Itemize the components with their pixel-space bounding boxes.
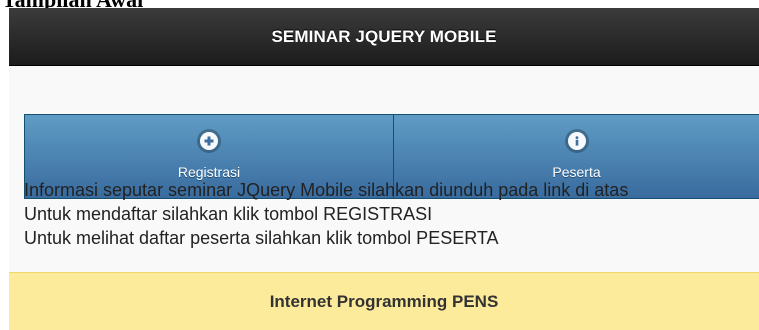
info-line-download: Informasi seputar seminar JQuery Mobile … bbox=[24, 180, 629, 200]
footer-title: Internet Programming PENS bbox=[269, 291, 499, 311]
info-text: Informasi seputar seminar JQuery Mobile … bbox=[24, 178, 628, 250]
page-title: SEMINAR JQUERY MOBILE bbox=[271, 26, 497, 46]
info-icon bbox=[567, 132, 586, 150]
info-line-participants: Untuk melihat daftar peserta silahkan kl… bbox=[24, 228, 499, 248]
page-content: Registrasi Peserta Informasi seputar sem… bbox=[9, 66, 759, 272]
page-footer: Internet Programming PENS bbox=[9, 272, 759, 330]
plus-icon bbox=[200, 132, 218, 150]
info-line-register: Untuk mendaftar silahkan klik tombol REG… bbox=[24, 204, 433, 224]
page-header: SEMINAR JQUERY MOBILE bbox=[9, 8, 759, 66]
